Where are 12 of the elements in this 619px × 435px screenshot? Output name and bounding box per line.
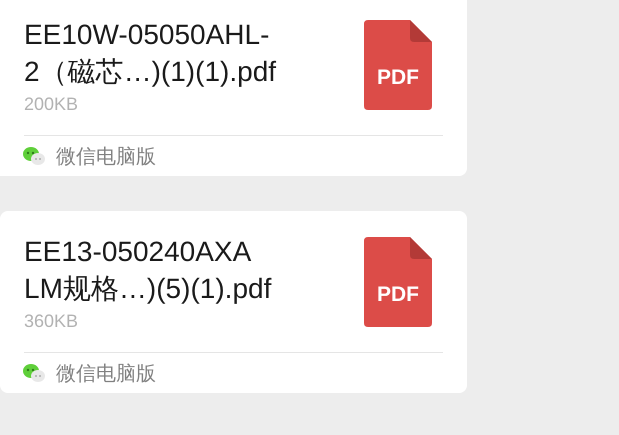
file-name: EE10W-05050AHL- 2（磁芯…)(1)(1).pdf <box>24 18 276 89</box>
source-label: 微信电脑版 <box>56 144 156 170</box>
pdf-file-icon: PDF <box>364 237 432 327</box>
chat-bubbles-icon <box>22 146 46 166</box>
source-label: 微信电脑版 <box>56 362 156 386</box>
chat-bubbles-icon <box>22 363 46 383</box>
file-size: 200KB <box>24 94 80 115</box>
file-message-card[interactable]: EE13-050240AXA LM规格…)(5)(1).pdf 360KB PDF 微信电脑版 <box>0 211 467 393</box>
pdf-file-icon: PDF <box>364 20 432 110</box>
file-name: EE13-050240AXA LM规格…)(5)(1).pdf <box>24 235 272 306</box>
file-size: 360KB <box>24 311 80 332</box>
file-message-card[interactable]: EE10W-05050AHL- 2（磁芯…)(1)(1).pdf 200KB PDF 微信电脑版 <box>0 0 467 176</box>
